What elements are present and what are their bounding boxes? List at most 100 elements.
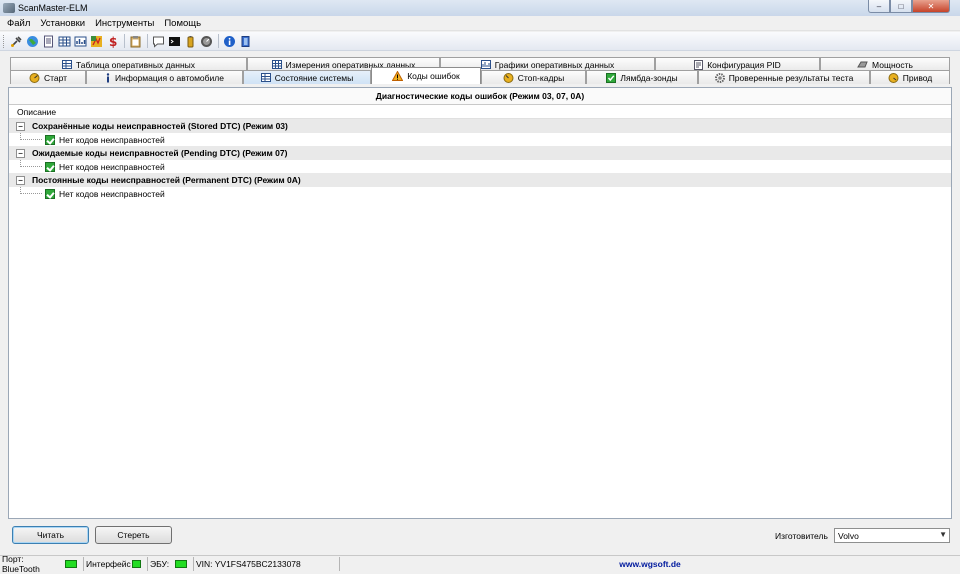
group-title: Постоянные коды неисправностей (Permanen… [32, 175, 301, 185]
check-icon [45, 134, 55, 145]
app-icon [3, 3, 15, 13]
tab-lambda-sensors[interactable]: Лямбда-зонды [586, 70, 698, 84]
column-header-description[interactable]: Описание [9, 105, 951, 119]
list-item[interactable]: Нет кодов неисправностей [9, 187, 951, 200]
manufacturer-label: Изготовитель [775, 531, 828, 541]
group-title: Ожидаемые коды неисправностей (Pending D… [32, 148, 288, 158]
measure-icon [271, 60, 282, 69]
tab-live-data-table[interactable]: Таблица оперативных данных [10, 57, 247, 71]
status-icon [260, 73, 271, 82]
tab-label: Коды ошибок [407, 71, 460, 81]
power-icon [857, 61, 868, 68]
group-permanent-dtc[interactable]: − Постоянные коды неисправностей (Perman… [9, 173, 951, 187]
menu-help[interactable]: Помощь [159, 18, 206, 29]
manufacturer-value: Volvo [838, 530, 859, 541]
ecu-text: ЭБУ: [150, 559, 170, 569]
drive-icon [888, 72, 899, 83]
clear-button[interactable]: Стереть [95, 526, 172, 544]
window-title: ScanMaster-ELM [18, 3, 88, 13]
terminal-icon[interactable] [167, 34, 181, 48]
group-title: Сохранённые коды неисправностей (Stored … [32, 121, 288, 131]
chart-icon [480, 60, 491, 69]
list-item[interactable]: Нет кодов неисправностей [9, 133, 951, 146]
ecu-led [175, 560, 187, 568]
tab-row-bottom: Старт Информация о автомобиле Состояние … [0, 67, 960, 84]
manufacturer-select[interactable]: Volvo ▼ [834, 528, 950, 543]
tab-label: Мощность [872, 59, 913, 70]
status-interface: Интерфейс [84, 557, 148, 571]
list-item[interactable]: Нет кодов неисправностей [9, 160, 951, 173]
status-bar: Порт: BlueTooth Интерфейс ЭБУ: VIN: YV1F… [0, 554, 960, 574]
close-button[interactable]: ✕ [912, 0, 950, 13]
tab-label: Старт [43, 72, 68, 83]
item-text: Нет кодов неисправностей [59, 188, 165, 199]
tab-test-results[interactable]: Проверенные результаты теста [698, 70, 870, 84]
status-ecu: ЭБУ: [148, 557, 194, 571]
website-link[interactable]: www.wgsoft.de [340, 557, 960, 571]
clipboard-icon[interactable] [128, 34, 142, 48]
tab-pid-config[interactable]: Конфигурация PID [655, 57, 820, 71]
table-icon [61, 60, 72, 69]
document-icon[interactable] [41, 34, 55, 48]
dashboard-icon[interactable] [89, 34, 103, 48]
check-icon [45, 188, 55, 199]
read-button[interactable]: Читать [12, 526, 89, 544]
interface-led [131, 560, 141, 568]
tab-label: Стоп-кадры [517, 72, 565, 83]
item-text: Нет кодов неисправностей [59, 161, 165, 172]
tab-start[interactable]: Старт [10, 70, 86, 84]
collapse-toggle[interactable]: − [16, 121, 25, 131]
connect-icon[interactable] [9, 34, 23, 48]
toolbar-separator [218, 34, 219, 48]
tree-connector [20, 187, 42, 194]
dollar-icon[interactable]: $ [105, 34, 119, 48]
chevron-down-icon[interactable]: ▼ [939, 530, 947, 539]
tab-freeze-frames[interactable]: Стоп-кадры [481, 70, 586, 84]
tab-label: Состояние системы [274, 72, 354, 83]
start-icon [29, 72, 40, 83]
config-icon [694, 59, 704, 70]
title-bar: ScanMaster-ELM – □ ✕ [0, 0, 960, 16]
tree-connector [20, 133, 42, 140]
door-icon[interactable] [238, 34, 252, 48]
tree-connector [20, 160, 42, 167]
menu-settings[interactable]: Установки [35, 18, 90, 29]
item-text: Нет кодов неисправностей [59, 134, 165, 145]
globe-icon[interactable] [25, 34, 39, 48]
trouble-codes-panel: Диагностические коды ошибок (Режим 03, 0… [8, 87, 952, 519]
info-icon[interactable] [222, 34, 236, 48]
tab-drive[interactable]: Привод [870, 70, 950, 84]
menu-tools[interactable]: Инструменты [90, 18, 159, 29]
menu-file[interactable]: Файл [2, 18, 35, 29]
minimize-button[interactable]: – [868, 0, 890, 13]
info-icon [106, 72, 110, 82]
table-icon[interactable] [57, 34, 71, 48]
tab-vehicle-info[interactable]: Информация о автомобиле [86, 70, 243, 84]
warning-icon [392, 71, 404, 81]
chart-icon[interactable] [73, 34, 87, 48]
website-text[interactable]: www.wgsoft.de [619, 559, 681, 569]
tab-label: Таблица оперативных данных [75, 59, 196, 70]
test-icon [714, 72, 725, 83]
chat-icon[interactable] [151, 34, 165, 48]
panel-title: Диагностические коды ошибок (Режим 03, 0… [9, 88, 951, 105]
interface-text: Интерфейс [86, 559, 131, 569]
tab-label: Проверенные результаты теста [728, 72, 854, 83]
battery-icon[interactable] [183, 34, 197, 48]
menu-bar: Файл Установки Инструменты Помощь [0, 16, 960, 31]
tab-system-status[interactable]: Состояние системы [243, 70, 371, 84]
collapse-toggle[interactable]: − [16, 148, 25, 158]
lambda-icon [606, 72, 617, 83]
svg-text:$: $ [109, 35, 117, 48]
tab-trouble-codes[interactable]: Коды ошибок [371, 67, 481, 84]
freeze-frame-icon [503, 72, 514, 83]
tab-power[interactable]: Мощность [820, 57, 950, 71]
group-stored-dtc[interactable]: − Сохранённые коды неисправностей (Store… [9, 119, 951, 133]
group-pending-dtc[interactable]: − Ожидаемые коды неисправностей (Pending… [9, 146, 951, 160]
collapse-toggle[interactable]: − [16, 175, 25, 185]
toolbar-separator [147, 34, 148, 48]
gauge-icon[interactable] [199, 34, 213, 48]
check-icon [45, 161, 55, 172]
tab-label: Привод [902, 72, 933, 83]
maximize-button[interactable]: □ [890, 0, 912, 13]
